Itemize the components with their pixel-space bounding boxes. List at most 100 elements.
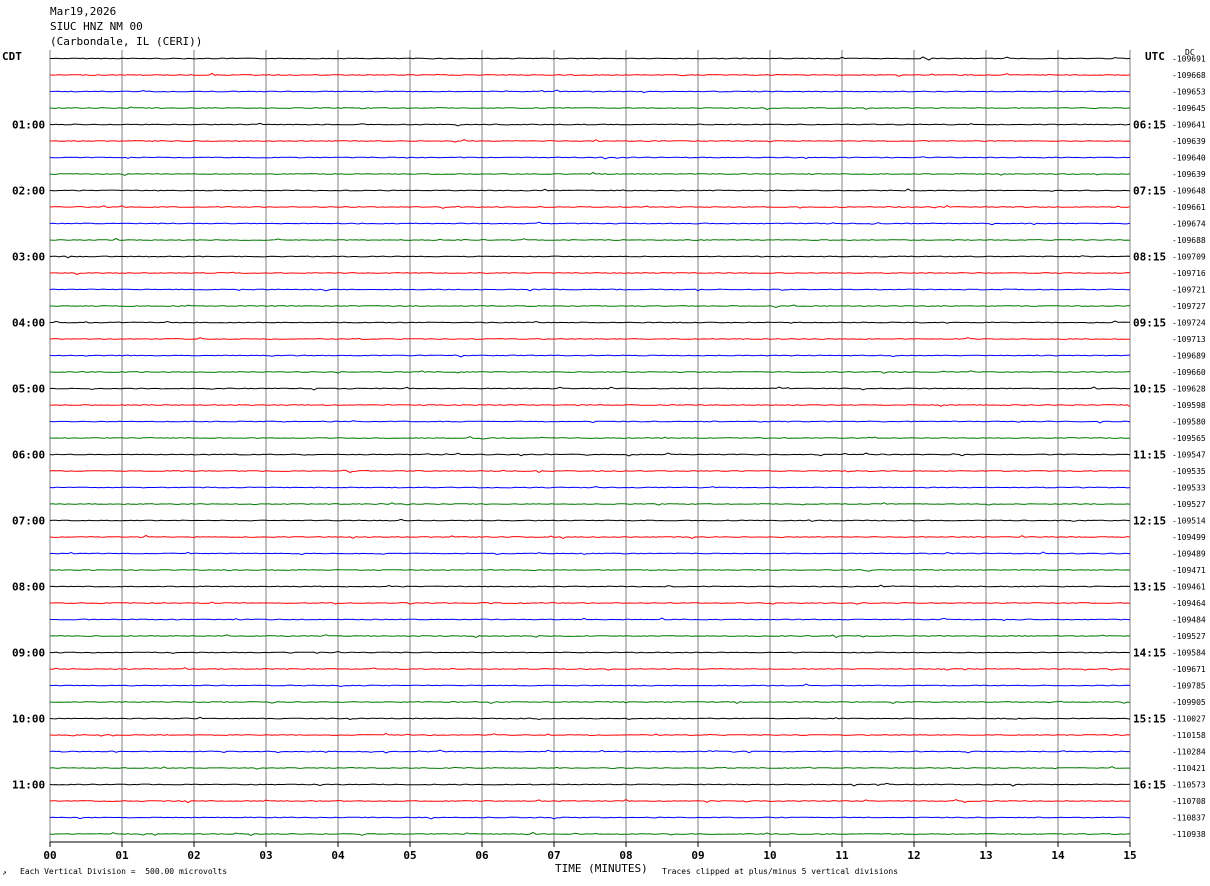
dc-offset-label: -109547 — [1172, 451, 1206, 460]
dc-offset-label: -109648 — [1172, 187, 1206, 196]
cdt-hour-label: 01:00 — [12, 119, 45, 132]
dc-offset-label: -109671 — [1172, 665, 1206, 674]
seismic-trace — [49, 72, 1131, 77]
dc-offset-label: -109514 — [1172, 517, 1206, 526]
dc-offset-label: -109527 — [1172, 632, 1206, 641]
dc-offset-label: -109645 — [1172, 104, 1206, 113]
x-tick-label: 00 — [43, 849, 56, 862]
cdt-hour-label: 06:00 — [12, 449, 45, 462]
dc-offset-label: -109640 — [1172, 154, 1206, 163]
dc-offset-label: -109535 — [1172, 467, 1206, 476]
x-tick-label: 08 — [619, 849, 632, 862]
dc-offset-label: -109464 — [1172, 599, 1206, 608]
x-tick-label: 12 — [907, 849, 920, 862]
x-tick-label: 06 — [475, 849, 489, 862]
seismic-trace — [49, 452, 1131, 457]
x-tick-label: 09 — [691, 849, 704, 862]
seismic-trace — [49, 122, 1131, 127]
x-tick-label: 04 — [331, 849, 345, 862]
seismic-trace — [49, 420, 1131, 424]
dc-offset-label: -109471 — [1172, 566, 1206, 575]
dc-offset-label: -110027 — [1172, 715, 1206, 724]
dc-offset-label: -109639 — [1172, 137, 1206, 146]
seismic-trace — [49, 221, 1131, 226]
utc-hour-label: 14:15 — [1133, 647, 1166, 660]
x-tick-label: 01 — [115, 849, 129, 862]
dc-offset-label: -109668 — [1172, 71, 1206, 80]
seismic-trace — [49, 386, 1131, 391]
dc-offset-label: -109688 — [1172, 236, 1206, 245]
utc-hour-label: 08:15 — [1133, 251, 1166, 264]
x-tick-label: 11 — [835, 849, 849, 862]
dc-offset-label: -110158 — [1172, 731, 1206, 740]
dc-offset-label: -109598 — [1172, 401, 1206, 410]
cdt-hour-label: 02:00 — [12, 185, 45, 198]
cdt-hour-label: 09:00 — [12, 647, 45, 660]
seismic-trace — [49, 370, 1131, 374]
cdt-hour-label: 03:00 — [12, 251, 45, 264]
seismic-trace — [49, 486, 1131, 489]
utc-hour-label: 13:15 — [1133, 581, 1166, 594]
dc-offset-label: -109660 — [1172, 368, 1206, 377]
seismic-trace — [49, 188, 1131, 192]
seismic-trace — [49, 700, 1131, 705]
dc-offset-label: -110837 — [1172, 814, 1206, 823]
seismic-trace — [50, 320, 1130, 324]
dc-offset-label: -109716 — [1172, 269, 1206, 278]
x-tick-label: 02 — [187, 849, 200, 862]
x-tick-label: 15 — [1123, 849, 1136, 862]
dc-offset-label: -109461 — [1172, 583, 1206, 592]
seismic-trace — [49, 502, 1131, 506]
dc-offset-label: -109724 — [1172, 319, 1206, 328]
seismic-trace — [49, 106, 1131, 110]
dc-offset-label: -109628 — [1172, 385, 1206, 394]
clipping-note: Traces clipped at plus/minus 5 vertical … — [662, 867, 899, 876]
cdt-hour-label: 11:00 — [12, 779, 45, 792]
dc-offset-label: -109533 — [1172, 484, 1206, 493]
dc-offset-label: -109691 — [1172, 55, 1206, 64]
seismic-trace — [49, 816, 1131, 820]
utc-hour-label: 07:15 — [1133, 185, 1166, 198]
x-tick-label: 13 — [979, 849, 992, 862]
seismic-trace — [49, 205, 1131, 209]
seismic-trace — [50, 683, 1131, 688]
x-tick-label: 07 — [547, 849, 560, 862]
dc-offset-label: -109661 — [1172, 203, 1206, 212]
dc-offset-label: -109489 — [1172, 550, 1206, 559]
utc-hour-label: 09:15 — [1133, 317, 1166, 330]
seismic-trace — [49, 732, 1131, 737]
dc-offset-label: -109785 — [1172, 682, 1206, 691]
dc-offset-label: -109721 — [1172, 286, 1206, 295]
utc-hour-label: 10:15 — [1133, 383, 1166, 396]
dc-offset-label: -110938 — [1172, 830, 1206, 839]
seismic-trace — [49, 255, 1131, 259]
seismic-trace — [50, 304, 1130, 309]
dc-offset-label: -110573 — [1172, 781, 1206, 790]
dc-offset-label: -110708 — [1172, 797, 1206, 806]
x-tick-label: 05 — [403, 849, 416, 862]
seismogram-plot: -109691 -109668 -109653 -109645 -109641 -1096… — [12, 50, 1206, 862]
x-axis-title: TIME (MINUTES) — [555, 862, 648, 875]
dc-offset-label: -110421 — [1172, 764, 1206, 773]
seismic-trace — [49, 288, 1130, 292]
seismic-trace — [49, 436, 1131, 440]
seismic-trace — [49, 584, 1131, 588]
seismic-trace — [49, 551, 1131, 556]
cdt-hour-label: 04:00 — [12, 317, 45, 330]
vertical-division-note: Each Vertical Division = 500.00 microvol… — [20, 867, 228, 876]
seismic-trace — [50, 139, 1131, 143]
cdt-hour-label: 07:00 — [12, 515, 45, 528]
dc-offset-label: -109713 — [1172, 335, 1206, 344]
dc-offset-label: -109727 — [1172, 302, 1206, 311]
utc-hour-label: 11:15 — [1133, 449, 1166, 462]
dc-offset-label: -109584 — [1172, 649, 1206, 658]
cdt-hour-label: 05:00 — [12, 383, 45, 396]
x-tick-label: 03 — [259, 849, 272, 862]
dc-offset-label: -109639 — [1172, 170, 1206, 179]
utc-hour-label: 15:15 — [1133, 713, 1166, 726]
seismic-trace — [49, 716, 1131, 721]
seismic-trace — [49, 89, 1131, 94]
x-tick-label: 10 — [763, 849, 776, 862]
scale-icon: ↗ — [2, 868, 7, 877]
seismic-trace — [49, 534, 1131, 539]
